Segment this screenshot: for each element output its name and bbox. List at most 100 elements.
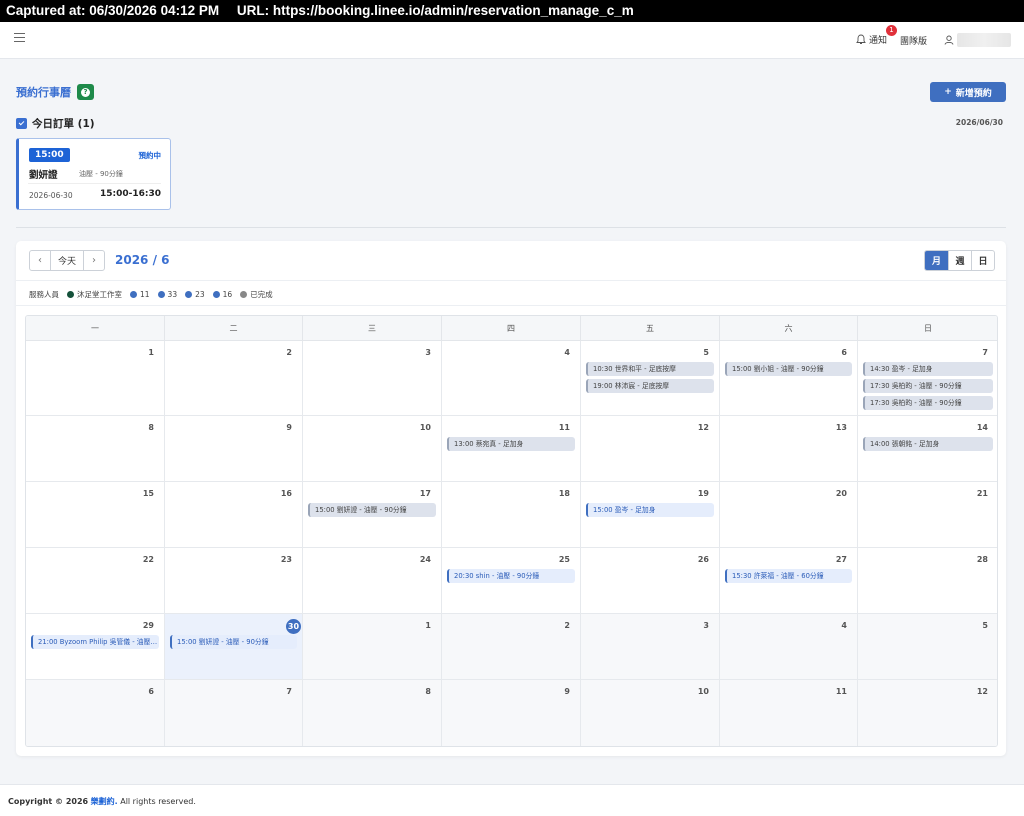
legend-item[interactable]: 11 — [130, 290, 150, 299]
day-cell[interactable]: 5 10:30 世界和平 - 足底按摩 19:00 林沛宸 - 足底按摩 — [581, 341, 720, 416]
day-cell[interactable]: 29 21:00 Byzoom Philip 吳管儀 - 油壓 - 90分鐘 — [26, 614, 165, 680]
day-cell[interactable]: 28 — [858, 548, 997, 614]
day-cell[interactable]: 1 — [303, 614, 442, 680]
day-cell[interactable]: 22 — [26, 548, 165, 614]
notification-badge: 1 — [886, 25, 897, 36]
menu-icon[interactable] — [14, 33, 25, 45]
day-cell[interactable]: 24 — [303, 548, 442, 614]
view-day-button[interactable]: 日 — [971, 251, 994, 270]
day-cell[interactable]: 17 15:00 劉妍證 - 油壓 - 90分鐘 — [303, 482, 442, 548]
calendar-event[interactable]: 13:00 蔡宛真 - 足加身 — [447, 437, 575, 451]
day-cell[interactable]: 19 15:00 盈岑 - 足加身 — [581, 482, 720, 548]
calendar-event[interactable]: 20:30 shin - 油壓 - 90分鐘 — [447, 569, 575, 583]
day-number: 9 — [564, 687, 570, 696]
day-cell[interactable]: 11 13:00 蔡宛真 - 足加身 — [442, 416, 581, 482]
day-number: 30 — [286, 619, 301, 634]
weekday-header: 日 — [858, 316, 997, 341]
day-cell[interactable]: 12 — [581, 416, 720, 482]
today-date: 2026/06/30 — [955, 118, 1003, 127]
day-cell[interactable]: 14 14:00 張朝銘 - 足加身 — [858, 416, 997, 482]
legend-item[interactable]: 已完成 — [240, 289, 273, 300]
weekday-header: 三 — [303, 316, 442, 341]
brand-link[interactable]: 樂劃約. — [91, 797, 118, 806]
day-number: 8 — [148, 423, 154, 432]
calendar-event[interactable]: 21:00 Byzoom Philip 吳管儀 - 油壓 - 90分鐘 — [31, 635, 159, 649]
today-orders-title: 今日訂單 (1) — [32, 118, 95, 130]
next-month-button[interactable]: › — [84, 251, 104, 270]
view-month-button[interactable]: 月 — [925, 251, 948, 270]
day-number: 17 — [419, 489, 431, 498]
weekday-header: 六 — [720, 316, 858, 341]
day-cell[interactable]: 21 — [858, 482, 997, 548]
day-cell[interactable]: 9 — [165, 416, 303, 482]
calendar-divider — [16, 280, 1006, 281]
add-reservation-button[interactable]: + 新增預約 — [930, 82, 1006, 102]
day-cell[interactable]: 16 — [165, 482, 303, 548]
day-cell[interactable]: 7 14:30 盈岑 - 足加身 17:30 吳柏昀 - 油壓 - 90分鐘 17:3… — [858, 341, 997, 416]
calendar-event[interactable]: 14:30 盈岑 - 足加身 — [863, 362, 993, 376]
day-cell[interactable]: 11 — [720, 680, 858, 746]
prev-month-button[interactable]: ‹ — [30, 251, 50, 270]
calendar-event[interactable]: 15:00 劉妍證 - 油壓 - 90分鐘 — [170, 635, 297, 649]
today-button[interactable]: 今天 — [50, 251, 84, 270]
day-cell[interactable]: 8 — [303, 680, 442, 746]
day-number: 12 — [697, 423, 709, 432]
copyright-text: Copyright © 2026 — [8, 797, 89, 806]
day-cell[interactable]: 6 — [26, 680, 165, 746]
day-cell[interactable]: 5 — [858, 614, 997, 680]
day-cell[interactable]: 3 — [303, 341, 442, 416]
calendar-event[interactable]: 19:00 林沛宸 - 足底按摩 — [586, 379, 714, 393]
day-cell[interactable]: 4 — [442, 341, 581, 416]
day-cell[interactable]: 20 — [720, 482, 858, 548]
day-cell[interactable]: 10 — [581, 680, 720, 746]
calendar-divider — [16, 305, 1006, 306]
day-cell[interactable]: 13 — [720, 416, 858, 482]
day-number: 10 — [419, 423, 431, 432]
legend-item[interactable]: 16 — [212, 290, 233, 299]
today-order-card[interactable]: 15:00 預約中 劉妍證 油壓 - 90分鐘 2026-06-30 15:00… — [16, 138, 171, 210]
day-cell[interactable]: 30 15:00 劉妍證 - 油壓 - 90分鐘 — [165, 614, 303, 680]
view-week-button[interactable]: 週 — [948, 251, 971, 270]
calendar-event[interactable]: 10:30 世界和平 - 足底按摩 — [586, 362, 714, 376]
calendar-event[interactable]: 14:00 張朝銘 - 足加身 — [863, 437, 993, 451]
day-cell[interactable]: 2 — [165, 341, 303, 416]
version-label[interactable]: 團隊版 — [900, 34, 927, 47]
legend-item-label: 16 — [222, 290, 233, 299]
legend-item[interactable]: 沐足堂工作室 — [67, 289, 122, 300]
day-cell[interactable]: 27 15:30 許萊福 - 油壓 - 60分鐘 — [720, 548, 858, 614]
day-cell[interactable]: 8 — [26, 416, 165, 482]
day-cell[interactable]: 23 — [165, 548, 303, 614]
day-number: 22 — [142, 555, 154, 564]
legend-label: 服務人員 — [29, 290, 59, 299]
day-cell[interactable]: 12 — [858, 680, 997, 746]
day-cell[interactable]: 9 — [442, 680, 581, 746]
footer: Copyright © 2026 樂劃約. All rights reserve… — [0, 784, 1024, 816]
day-cell[interactable]: 10 — [303, 416, 442, 482]
day-cell[interactable]: 7 — [165, 680, 303, 746]
legend-item[interactable]: 23 — [185, 290, 205, 299]
day-cell[interactable]: 1 — [26, 341, 165, 416]
calendar-event[interactable]: 15:30 許萊福 - 油壓 - 60分鐘 — [725, 569, 852, 583]
day-number: 24 — [419, 555, 431, 564]
day-cell[interactable]: 2 — [442, 614, 581, 680]
calendar-event[interactable]: 17:30 吳柏昀 - 油壓 - 90分鐘 — [863, 379, 993, 393]
day-cell[interactable]: 6 15:00 劉小姐 - 油壓 - 90分鐘 — [720, 341, 858, 416]
day-number: 19 — [697, 489, 709, 498]
rights-text: All rights reserved. — [120, 797, 196, 806]
day-number: 5 — [703, 348, 709, 357]
day-cell[interactable]: 18 — [442, 482, 581, 548]
notification-button[interactable]: 通知 — [856, 33, 887, 46]
user-menu[interactable] — [944, 33, 1011, 47]
calendar-event[interactable]: 15:00 劉妍證 - 油壓 - 90分鐘 — [308, 503, 436, 517]
calendar-event[interactable]: 15:00 劉小姐 - 油壓 - 90分鐘 — [725, 362, 852, 376]
calendar-event[interactable]: 17:30 吳柏昀 - 油壓 - 90分鐘 — [863, 396, 993, 410]
day-cell[interactable]: 26 — [581, 548, 720, 614]
day-number: 25 — [558, 555, 570, 564]
calendar-event[interactable]: 15:00 盈岑 - 足加身 — [586, 503, 714, 517]
legend-item[interactable]: 33 — [157, 290, 177, 299]
help-button[interactable]: ? — [77, 84, 94, 100]
day-cell[interactable]: 25 20:30 shin - 油壓 - 90分鐘 — [442, 548, 581, 614]
day-cell[interactable]: 4 — [720, 614, 858, 680]
day-cell[interactable]: 15 — [26, 482, 165, 548]
day-cell[interactable]: 3 — [581, 614, 720, 680]
